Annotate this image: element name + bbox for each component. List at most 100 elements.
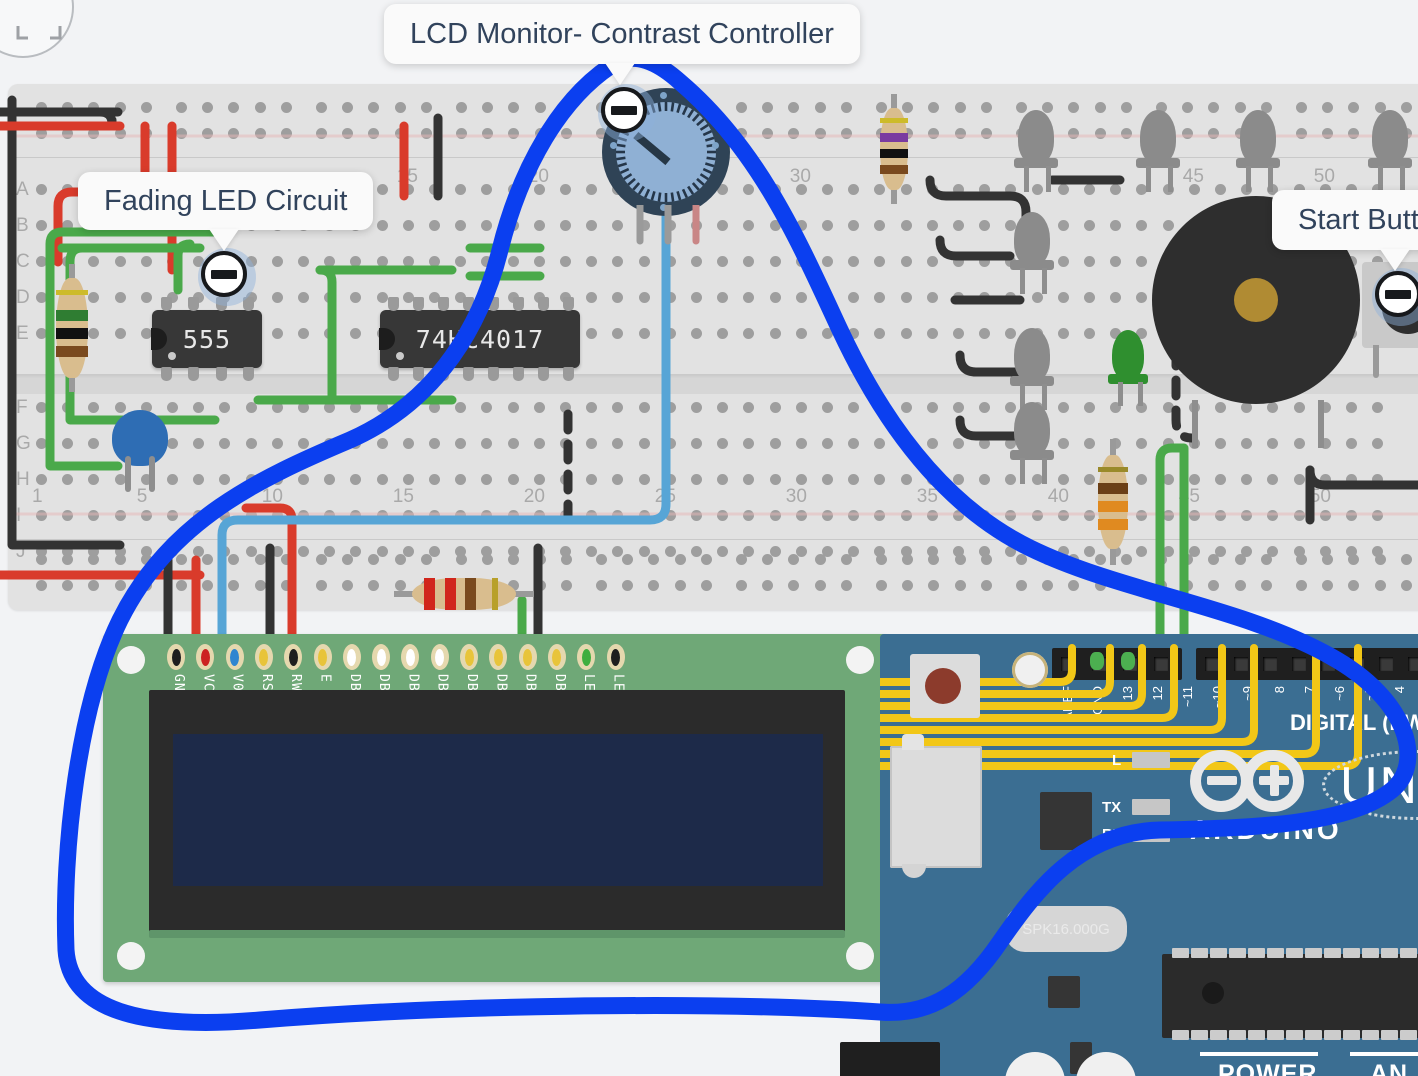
digital-pin-slot[interactable] [1292,657,1306,671]
ic-pin [562,367,574,381]
power-header-line [1200,1052,1318,1056]
atmega-pin [1324,948,1341,958]
fit-to-screen-icon [16,26,62,40]
minus-icon [1385,289,1411,299]
digital-pin-slot[interactable] [1321,657,1335,671]
atmega-pin [1381,1030,1398,1040]
atmega-pin [1305,948,1322,958]
digital-header-label: DIGITAL (PWM~) [1290,710,1418,735]
atmega-pin [1248,1030,1265,1040]
reset-button-cap[interactable] [925,668,961,704]
breadboard-col-label: 20 [527,166,549,187]
lcd-1602-module[interactable]: GND VCC V0 RS RW E DB0 DB1 DB2 DB3 DB4 DB5 DB6 DB7 LED… [103,634,888,982]
lcd-pad-e[interactable] [313,644,332,670]
breadboard-col-label: 15 [392,486,414,507]
atmega-pin [1343,948,1360,958]
atmega-pin [1267,1030,1284,1040]
atmega-pin [1229,1030,1246,1040]
lcd-pad-db3[interactable] [430,644,449,670]
resistor-vertical-col40[interactable] [1098,439,1128,565]
digital-pin-slot[interactable] [1379,657,1393,671]
callout-lcd-contrast-label: LCD Monitor- Contrast Controller [410,17,834,50]
lcd-pad-db7[interactable] [547,644,566,670]
breadboard-col-label: 15 [396,166,418,187]
lcd-pad-db2[interactable] [401,644,420,670]
lcd-mount-hole-tl [117,646,145,674]
ic-74hc4017[interactable]: 74HC4017 [380,310,580,368]
callout-fading-led[interactable]: Fading LED Circuit [78,172,374,230]
ic-pin [537,367,549,381]
lcd-pad-db4[interactable] [460,644,478,670]
screenshot-root: A B C D E F G H I J 15 20 30 45 50 1 5 10 15 20 25 30 35 40 45 50 [0,0,1418,1076]
crystal-oscillator: SPK16.000G [1005,906,1127,952]
start-button-marker-pin[interactable] [1375,271,1418,317]
lcd-pad-vcc[interactable] [196,644,215,670]
ic-pin [487,367,499,381]
status-led-L [1132,752,1170,768]
arduino-pin-label: AREF [1060,686,1075,721]
lcd-contrast-marker-pin[interactable] [601,87,647,133]
analog-label: AN [1370,1060,1409,1076]
ic-555[interactable]: 555 [152,310,262,368]
lcd-pad-gnd[interactable] [167,644,185,670]
lcd-pad-led[interactable] [577,644,596,670]
callout-lcd-contrast-tail [605,63,635,85]
status-led-label-TX: TX [1102,799,1122,816]
lcd-screen [173,734,823,886]
digital-pin-slot[interactable] [1205,657,1219,671]
atmega-pin [1267,948,1284,958]
atmega-pin [1172,948,1189,958]
lcd-pad-rs[interactable] [254,644,273,670]
breadboard-col-label: 45 [1178,486,1200,507]
ic-pin [160,367,172,381]
status-led-label-RX: RX [1102,826,1123,843]
usb-connector[interactable] [890,746,982,868]
fit-to-screen-button[interactable] [0,0,74,58]
digital-pin-slot[interactable] [1408,657,1418,671]
resistor-horizontal-lcd[interactable] [394,578,534,610]
fading-led-marker-pin[interactable] [201,251,247,297]
breadboard-row-label: I [16,505,22,526]
digital-pin-slot[interactable] [1061,657,1075,671]
breadboard-col-label: 50 [1309,486,1331,507]
breadboard-row-label: C [16,251,30,272]
lcd-pad-rw[interactable] [284,644,303,670]
lcd-pad-v0[interactable] [225,644,244,670]
breadboard-col-label: 30 [789,166,811,187]
ic-pin [437,367,449,381]
capacitor-blue[interactable] [112,410,168,466]
digital-pin-slot[interactable] [1234,657,1248,671]
arduino-pin-label: 13 [1120,686,1135,701]
atmega-pin [1286,948,1303,958]
lcd-pad-db1[interactable] [372,644,391,670]
power-header[interactable] [840,1042,940,1076]
lcd-pad-db6[interactable] [518,644,537,670]
lcd-pin-label: V0 [229,674,245,692]
lcd-pad-led[interactable] [606,644,625,670]
atmega-pin [1381,948,1398,958]
resistor-vertical-left[interactable] [56,264,88,392]
atmega-microcontroller [1162,954,1418,1038]
arduino-uno-board[interactable]: AREF GND 13 12 ~11 ~10 ~9 8 7 ~6 ~5 4 DIGITAL (PWM~… [840,634,1418,1076]
ic-pin [562,297,574,311]
lcd-pad-db5[interactable] [489,644,508,670]
callout-start-button[interactable]: Start Butt [1272,190,1418,250]
ic-pin [487,297,499,311]
atmega-pin [1343,1030,1360,1040]
breadboard-row-label: B [16,215,29,236]
callout-start-button-tail [1380,249,1410,271]
breadboard-col-label: 30 [785,486,807,507]
digital-pin-slot[interactable] [1350,657,1364,671]
power-indicator [1012,652,1048,688]
lcd-pad-db0[interactable] [342,644,361,670]
breadboard-col-label: 1 [32,486,43,507]
minus-icon [611,105,637,115]
digital-pin-slot[interactable] [1263,657,1277,671]
callout-lcd-contrast[interactable]: LCD Monitor- Contrast Controller [384,4,860,64]
digital-pin-slot[interactable] [1154,657,1168,671]
atmega-pin [1286,1030,1303,1040]
atmega-pin [1400,948,1417,958]
resistor-vertical-col33[interactable] [880,94,908,204]
breadboard-col-label: 50 [1313,166,1335,187]
crystal-label: SPK16.000G [1022,920,1110,938]
